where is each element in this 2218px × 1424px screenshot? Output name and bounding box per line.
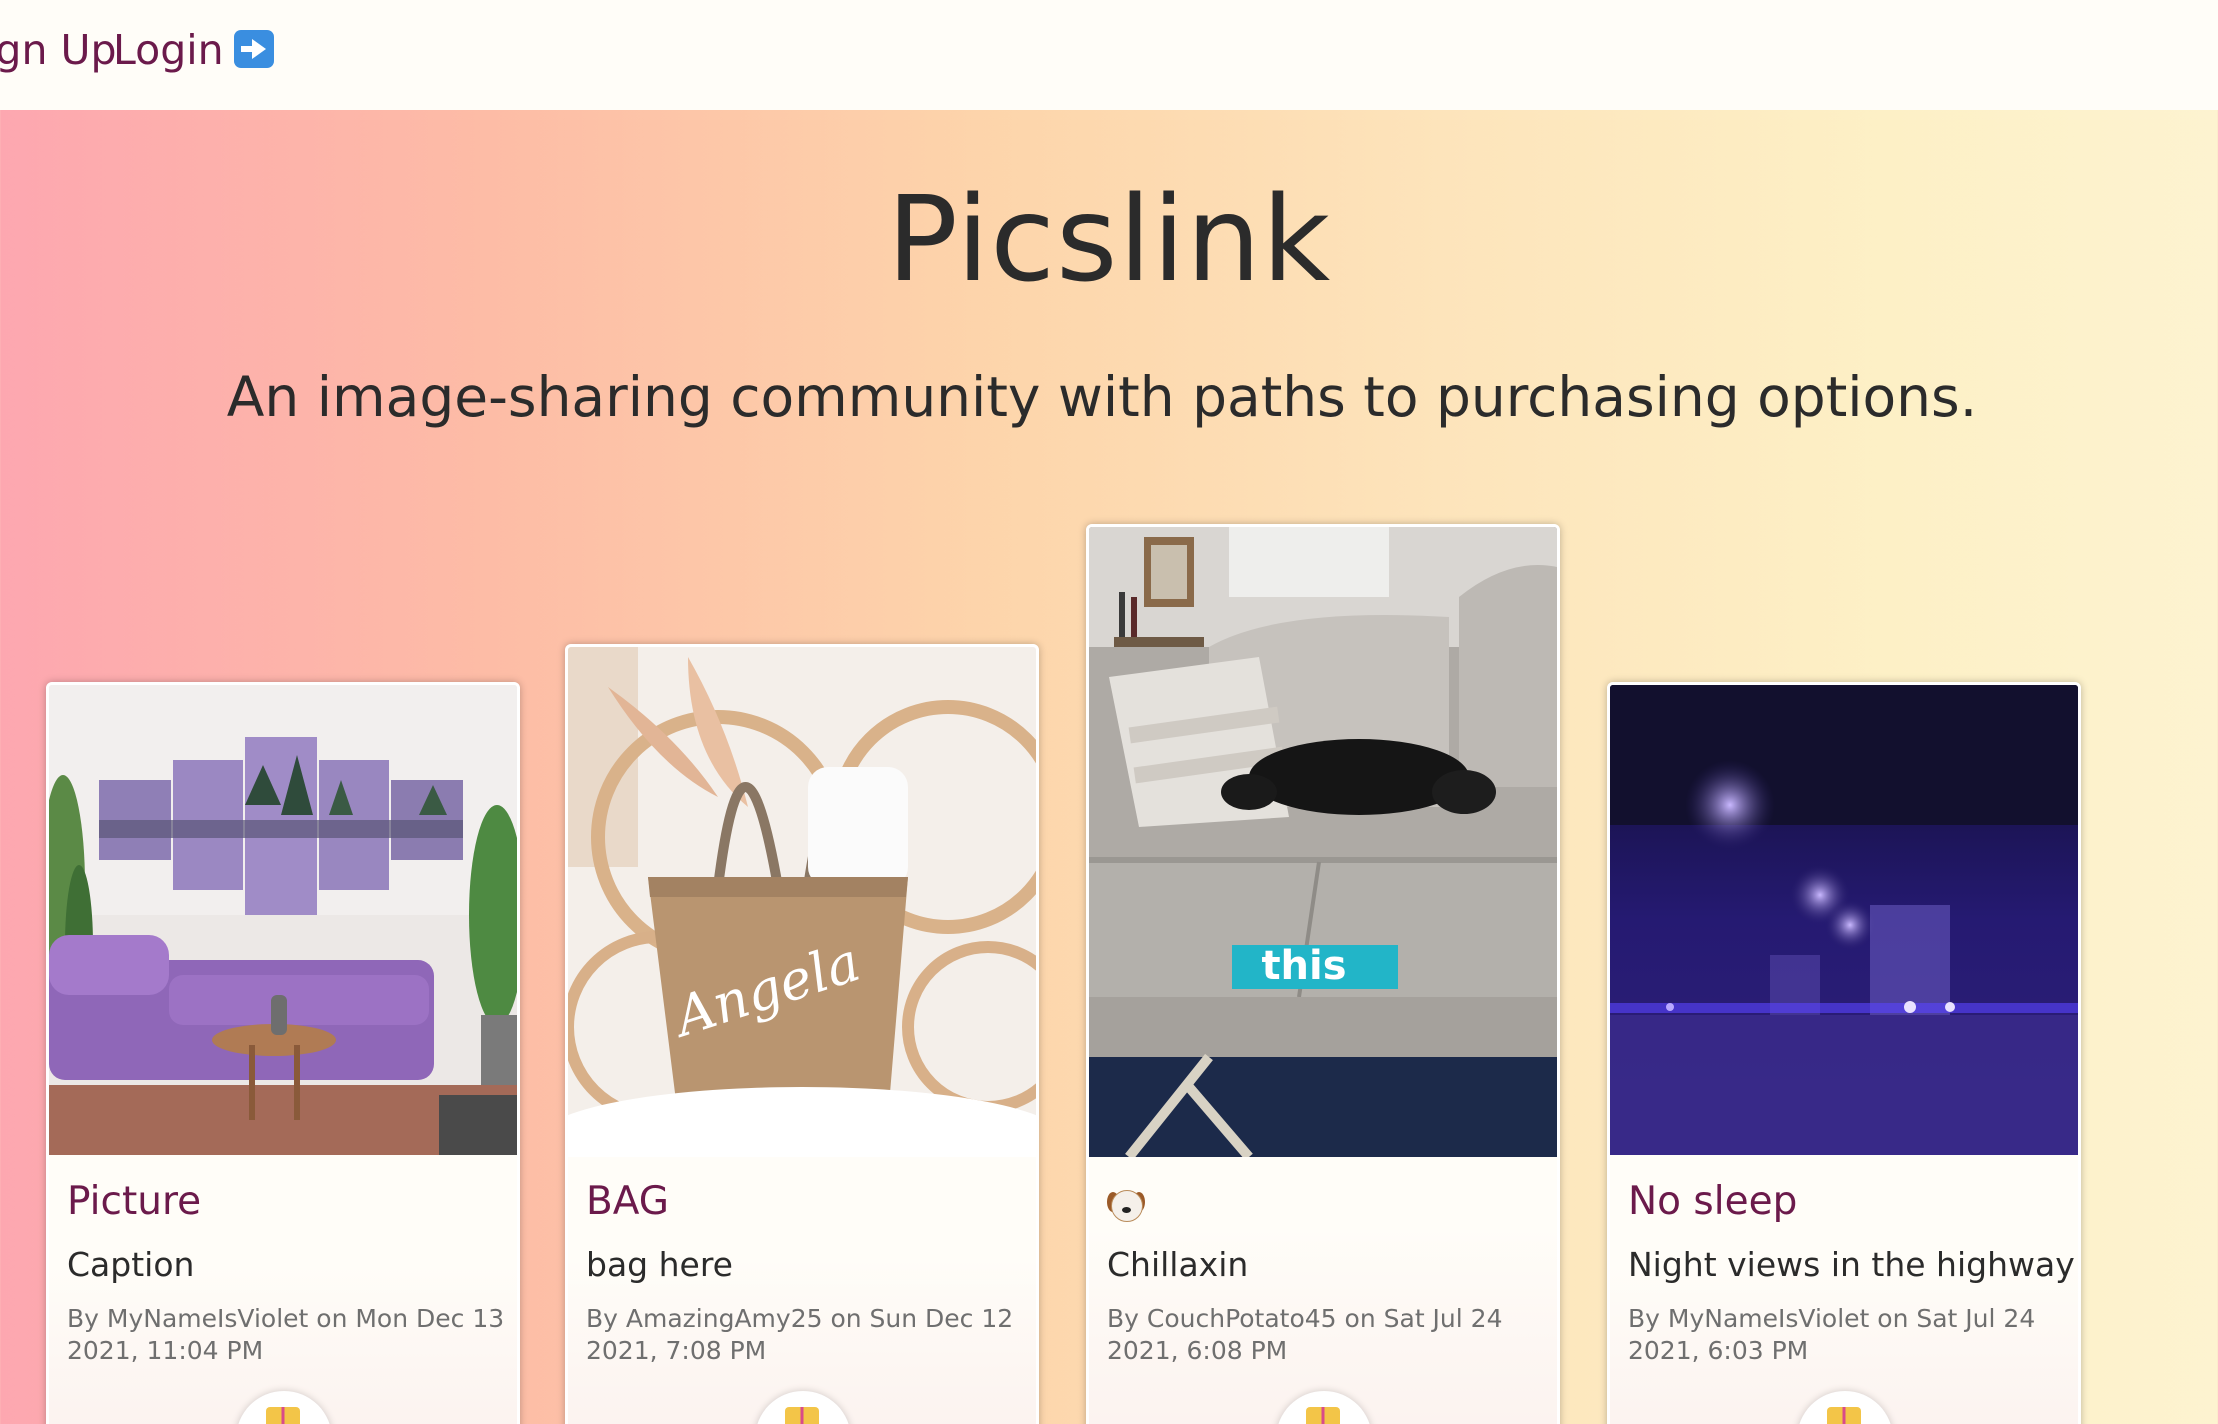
post-title[interactable]: BAG — [586, 1179, 669, 1224]
right-arrow-icon — [233, 30, 274, 68]
post-card[interactable]: Angela BAG bag here By AmazingAmy25 on S… — [565, 644, 1039, 1424]
post-title[interactable]: No sleep — [1628, 1179, 1797, 1224]
gift-icon — [785, 1407, 819, 1424]
post-meta: By MyNameIsViolet on Mon Dec 13 2021, 11… — [67, 1304, 505, 1365]
post-title-icon[interactable] — [1107, 1187, 1145, 1232]
post-image[interactable]: Angela — [568, 647, 1036, 1157]
post-card[interactable]: Picture Caption By MyNameIsViolet on Mon… — [46, 682, 520, 1424]
post-meta: By AmazingAmy25 on Sun Dec 12 2021, 7:08… — [586, 1304, 1014, 1365]
post-meta: By CouchPotato45 on Sat Jul 24 2021, 6:0… — [1107, 1304, 1503, 1365]
post-card[interactable]: No sleep Night views in the highway By M… — [1607, 682, 2081, 1424]
navbar: Sign Up Login — [0, 0, 2218, 110]
page-title: Picslink — [886, 170, 1332, 308]
gift-button[interactable] — [236, 1391, 332, 1424]
gift-button[interactable] — [1797, 1391, 1893, 1424]
page-subtitle: An image-sharing community with paths to… — [226, 365, 1978, 429]
post-caption: Caption — [67, 1245, 195, 1284]
post-image[interactable] — [49, 685, 517, 1155]
post-caption: Night views in the highway — [1628, 1245, 2075, 1284]
gif-caption-text: this — [1261, 943, 1346, 989]
gift-icon — [1827, 1407, 1861, 1424]
gift-icon — [266, 1407, 300, 1424]
post-meta: By MyNameIsViolet on Sat Jul 24 2021, 6:… — [1628, 1304, 2036, 1365]
login-label: Login — [113, 26, 224, 74]
post-image[interactable]: this — [1089, 527, 1557, 1157]
post-image[interactable] — [1610, 685, 2078, 1155]
gift-button[interactable] — [1276, 1391, 1372, 1424]
post-card[interactable]: this Chillaxin By CouchPotato45 on Sat J… — [1086, 524, 1560, 1424]
gift-button[interactable] — [755, 1391, 851, 1424]
signup-link[interactable]: Sign Up — [0, 26, 117, 75]
post-title[interactable]: Picture — [67, 1179, 201, 1224]
post-caption: bag here — [586, 1245, 733, 1284]
login-link[interactable]: Login — [113, 26, 274, 75]
gift-icon — [1306, 1407, 1340, 1424]
dog-face-icon — [1107, 1188, 1145, 1222]
post-caption: Chillaxin — [1107, 1245, 1249, 1284]
